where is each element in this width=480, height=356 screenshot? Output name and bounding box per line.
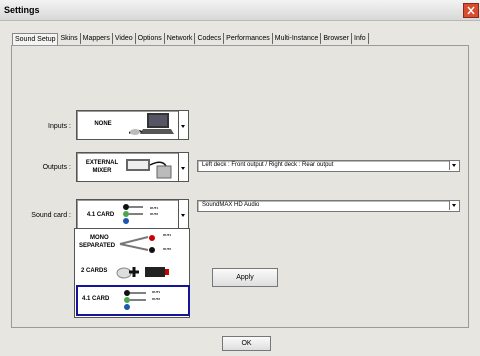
chevron-down-icon[interactable] <box>449 201 459 210</box>
option-selected-out1-label: OUT1 <box>152 290 161 294</box>
outputs-selector[interactable]: EXTERNAL MIXER <box>76 152 180 182</box>
tab-multi-instance[interactable]: Multi-Instance <box>273 33 322 44</box>
window-title: Settings <box>4 5 40 15</box>
output-routing-select[interactable]: Left deck : Front output / Right deck : … <box>197 160 460 172</box>
close-icon <box>467 6 475 15</box>
tab-video[interactable]: Video <box>113 33 136 44</box>
option-two-cards[interactable]: 2 CARDS <box>76 260 188 285</box>
outputs-value-line2: MIXER <box>92 168 112 174</box>
close-button[interactable] <box>463 3 479 18</box>
sound-card-label: Sound card : <box>31 212 71 219</box>
tab-skins[interactable]: Skins <box>58 33 81 44</box>
two-cards-icon <box>116 267 169 279</box>
inputs-value: NONE <box>94 121 112 127</box>
audio-device-select[interactable]: SoundMAX HD Audio <box>197 200 460 212</box>
tab-options[interactable]: Options <box>136 33 165 44</box>
chevron-down-icon[interactable] <box>449 161 459 170</box>
option-selected-out2-label: OUT2 <box>152 297 161 301</box>
settings-window: Settings Sound Setup Skins Mappers Video… <box>0 0 480 356</box>
inputs-label: Inputs : <box>48 123 71 130</box>
output-routing-value: Left deck : Front output / Right deck : … <box>202 162 334 168</box>
tab-network[interactable]: Network <box>165 33 196 44</box>
ok-button[interactable]: OK <box>222 336 271 351</box>
inputs-dropdown-button[interactable] <box>178 110 189 140</box>
title-bar: Settings <box>0 0 480 21</box>
option-out2-label: OUT2 <box>163 247 172 251</box>
audio-ports-icon <box>123 204 143 224</box>
four-one-card-icon <box>124 290 146 310</box>
tab-performances[interactable]: Performances <box>224 33 273 44</box>
mono-separated-line2: SEPARATED <box>79 243 116 249</box>
outputs-dropdown-button[interactable] <box>178 152 189 182</box>
settings-tabs: Sound Setup Skins Mappers Video Options … <box>12 33 369 45</box>
tab-codecs[interactable]: Codecs <box>195 33 225 44</box>
sound-card-selector[interactable]: 4.1 CARD OUT1 OUT2 <box>76 199 180 230</box>
sound-card-value: 4.1 CARD <box>86 212 115 218</box>
outputs-value-line1: EXTERNAL <box>85 160 119 166</box>
four-one-card-label: 4.1 CARD <box>82 296 110 302</box>
outputs-label: Outputs : <box>42 164 71 171</box>
port-out2-label: OUT2 <box>149 212 158 216</box>
tab-browser[interactable]: Browser <box>321 33 353 44</box>
inputs-selector[interactable]: NONE <box>76 110 180 140</box>
tab-sound-setup[interactable]: Sound Setup <box>12 33 59 45</box>
mono-separated-line1: MONO <box>90 235 109 241</box>
option-four-one-card[interactable]: 4.1 CARD OUT1 OUT2 <box>76 285 190 316</box>
apply-button[interactable]: Apply <box>212 268 278 287</box>
two-cards-label: 2 CARDS <box>81 268 108 274</box>
audio-device-value: SoundMAX HD Audio <box>202 202 260 208</box>
tab-mappers[interactable]: Mappers <box>81 33 113 44</box>
mixer-icon <box>126 159 172 179</box>
option-out1-label: OUT1 <box>163 233 172 237</box>
sound-card-options: MONO SEPARATED OUT1 OUT2 2 CARDS 4.1 CAR… <box>74 228 190 318</box>
laptop-icon <box>129 113 174 135</box>
tab-info[interactable]: Info <box>352 33 369 44</box>
option-mono-separated[interactable]: MONO SEPARATED OUT1 OUT2 <box>76 231 188 259</box>
sound-card-dropdown-button[interactable] <box>178 199 189 230</box>
